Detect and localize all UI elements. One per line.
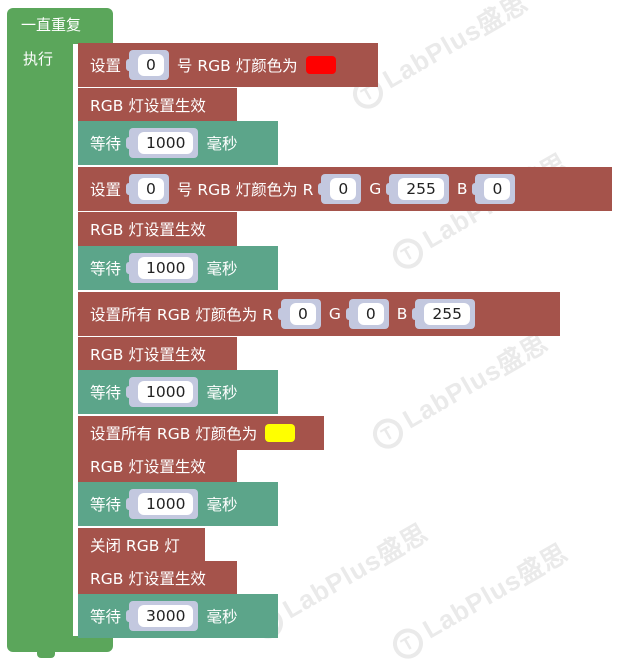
color-swatch-yellow[interactable] [265,424,296,442]
block-label: RGB 灯设置生效 [90,97,206,115]
r-value-input[interactable]: 0 [277,299,321,329]
workspace[interactable]: TLabPlus盛思 TLabPlus盛思 TLabPlus盛思 TLabPlu… [0,0,627,664]
block-label: RGB 灯设置生效 [90,221,206,239]
rgb-apply-block[interactable]: RGB 灯设置生效 [78,561,237,595]
loop-footer [7,636,113,652]
block-label: 设置 [90,181,122,199]
b-label: B [396,305,408,323]
wait-ms-block[interactable]: 等待 1000 毫秒 [78,246,278,290]
g-label: G [328,305,341,323]
led-index-input[interactable]: 0 [126,50,169,80]
rgb-apply-block[interactable]: RGB 灯设置生效 [78,88,237,122]
block-label: RGB 灯设置生效 [90,458,206,476]
unit-label: 毫秒 [206,260,238,278]
rgb-apply-block[interactable]: RGB 灯设置生效 [78,337,237,371]
block-label: 等待 [90,384,122,402]
g-value-input[interactable]: 0 [345,299,389,329]
watermark-logo: TLabPlus盛思 [364,323,554,455]
g-label: G [369,180,382,198]
block-label: RGB 灯设置生效 [90,570,206,588]
block-label: 号 RGB 灯颜色为 R [176,181,314,199]
loop-spine [7,44,73,636]
set-rgb-rgb-block[interactable]: 设置 0 号 RGB 灯颜色为 R 0 G 255 B 0 [78,167,612,211]
rgb-apply-block[interactable]: RGB 灯设置生效 [78,449,237,483]
block-label: 关闭 RGB 灯 [90,537,180,555]
b-label: B [456,180,468,198]
wait-ms-block[interactable]: 等待 1000 毫秒 [78,121,278,165]
wait-ms-block[interactable]: 等待 3000 毫秒 [78,594,278,638]
unit-label: 毫秒 [206,384,238,402]
b-value-input[interactable]: 0 [472,174,516,204]
block-label: RGB 灯设置生效 [90,346,206,364]
color-swatch-red[interactable] [305,56,336,74]
block-label: 号 RGB 灯颜色为 [176,57,298,75]
loop-title: 一直重复 [21,16,82,34]
wait-ms-block[interactable]: 等待 1000 毫秒 [78,370,278,414]
wait-duration-input[interactable]: 1000 [125,377,199,407]
unit-label: 毫秒 [206,608,238,626]
g-value-input[interactable]: 255 [386,174,449,204]
loop-do-label: 执行 [23,50,54,68]
block-label: 等待 [90,496,122,514]
block-label: 等待 [90,608,122,626]
block-label: 设置所有 RGB 灯颜色为 R [90,306,273,324]
wait-duration-input[interactable]: 1000 [125,253,199,283]
unit-label: 毫秒 [206,496,238,514]
block-label: 设置 [90,57,122,75]
wait-duration-input[interactable]: 1000 [125,128,199,158]
rgb-off-block[interactable]: 关闭 RGB 灯 [78,528,205,562]
wait-duration-input[interactable]: 1000 [125,489,199,519]
wait-duration-input[interactable]: 3000 [125,601,199,631]
b-value-input[interactable]: 255 [412,299,475,329]
wait-ms-block[interactable]: 等待 1000 毫秒 [78,482,278,526]
block-label: 设置所有 RGB 灯颜色为 [90,425,258,443]
unit-label: 毫秒 [206,135,238,153]
loop-connector [37,652,55,658]
set-rgb-color-block[interactable]: 设置 0 号 RGB 灯颜色为 [78,43,378,87]
block-label: 等待 [90,135,122,153]
r-value-input[interactable]: 0 [318,174,362,204]
set-all-rgb-block[interactable]: 设置所有 RGB 灯颜色为 R 0 G 0 B 255 [78,292,560,336]
rgb-apply-block[interactable]: RGB 灯设置生效 [78,212,237,246]
led-index-input[interactable]: 0 [126,174,169,204]
set-all-rgb-color-block[interactable]: 设置所有 RGB 灯颜色为 [78,416,324,450]
block-label: 等待 [90,260,122,278]
